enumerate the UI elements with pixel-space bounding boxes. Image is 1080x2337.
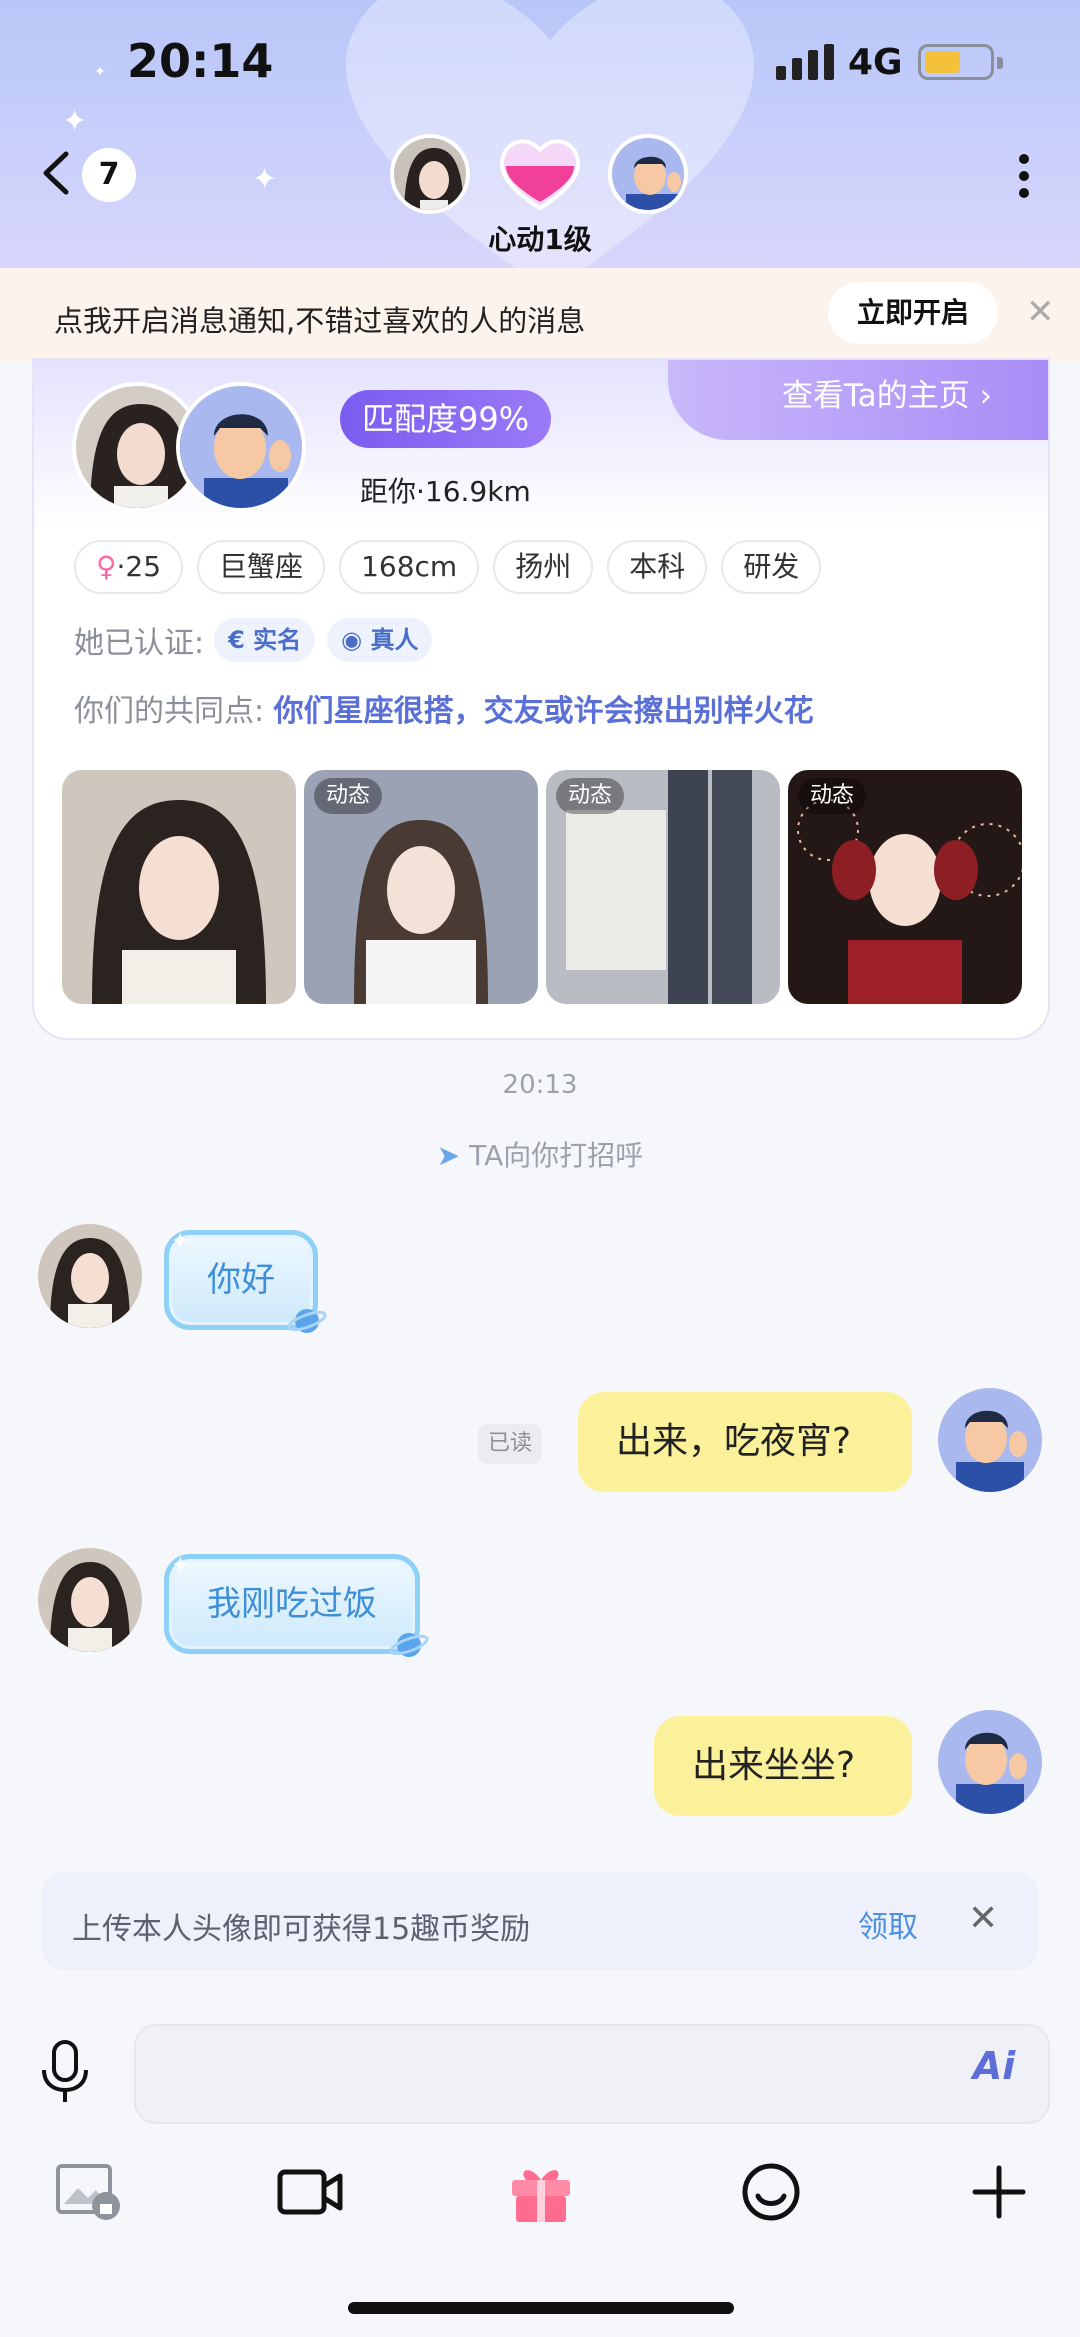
message-bubble-out[interactable]: 出来坐坐?: [654, 1716, 912, 1816]
profile-tags: ♀·25 巨蟹座 168cm 扬州 本科 研发: [74, 540, 835, 594]
match-score-badge: 匹配度99%: [340, 390, 552, 448]
sparkle-icon: ✦: [62, 104, 88, 139]
heart-level-label: 心动1级: [488, 223, 592, 256]
my-avatar[interactable]: [608, 134, 688, 214]
realname-badge: € 实名: [214, 618, 316, 662]
gallery-photo[interactable]: 动态: [788, 770, 1022, 1004]
network-label: 4G: [848, 42, 903, 83]
id-card-icon: €: [228, 626, 254, 654]
planet-icon: [287, 1309, 327, 1333]
her-chat-avatar[interactable]: [38, 1224, 142, 1328]
emoji-icon[interactable]: [736, 2160, 806, 2224]
notification-text: 点我开启消息通知,不错过喜欢的人的消息: [54, 304, 586, 338]
job-tag: 研发: [721, 540, 822, 594]
my-card-avatar[interactable]: [176, 382, 306, 512]
battery-icon: [918, 44, 1003, 80]
reward-text: 上传本人头像即可获得15趣币奖励: [72, 1912, 531, 1947]
sparkle-icon: ✦: [171, 1229, 190, 1254]
person-check-icon: ◉: [341, 626, 371, 654]
battery-fill: [925, 51, 960, 73]
age-value: ·25: [116, 550, 162, 583]
gallery-photo[interactable]: [62, 770, 296, 1004]
photo-gallery: 动态 动态 动态: [62, 770, 1030, 1004]
height-tag: 168cm: [339, 540, 480, 594]
message-bubble-in[interactable]: ✦ 你好: [164, 1229, 327, 1333]
my-chat-avatar[interactable]: [938, 1388, 1042, 1492]
profile-card: 查看Ta的主页 › 匹配度99% 距你·16.9km ♀·25 巨蟹座 168c…: [32, 358, 1050, 1040]
moment-tag: 动态: [556, 778, 625, 814]
gift-icon[interactable]: [506, 2160, 576, 2224]
ai-assistant-icon[interactable]: Ai: [964, 2036, 1024, 2096]
more-options-icon[interactable]: [1014, 150, 1034, 200]
message-text: 你好: [207, 1260, 275, 1300]
heart-level-icon[interactable]: [496, 132, 584, 212]
common-ground-row: 你们的共同点: 你们星座很搭，交友或许会擦出别样火花: [74, 686, 814, 730]
education-tag: 本科: [607, 540, 708, 594]
home-indicator[interactable]: [348, 2302, 734, 2314]
microphone-icon[interactable]: [40, 2040, 90, 2104]
gallery-photo[interactable]: 动态: [304, 770, 538, 1004]
sparkle-icon: ✦: [94, 64, 106, 80]
sparkle-icon: ✦: [171, 1553, 190, 1578]
moment-tag: 动态: [798, 778, 867, 814]
unread-count-badge[interactable]: 7: [82, 148, 136, 202]
real-person-badge: ◉ 真人: [327, 618, 433, 662]
greeting-system-message: ➤ TA向你打招呼: [436, 1139, 644, 1172]
enable-notification-button[interactable]: 立即开启: [828, 282, 998, 344]
message-text: 我刚吃过饭: [207, 1584, 377, 1624]
moment-tag: 动态: [314, 778, 383, 814]
her-chat-avatar[interactable]: [38, 1548, 142, 1652]
city-tag: 扬州: [493, 540, 594, 594]
her-avatar[interactable]: [390, 134, 470, 214]
planet-icon: [389, 1633, 429, 1657]
reward-banner: 上传本人头像即可获得15趣币奖励 领取 ✕: [42, 1872, 1038, 1970]
plus-icon[interactable]: [964, 2160, 1034, 2224]
age-tag: ♀·25: [74, 540, 184, 594]
message-bubble-in[interactable]: ✦ 我刚吃过饭: [164, 1553, 429, 1657]
message-input[interactable]: [134, 2024, 1050, 2124]
signal-icon: [776, 44, 834, 80]
reward-close-icon[interactable]: ✕: [968, 1898, 998, 1939]
notification-close-icon[interactable]: ✕: [1026, 292, 1055, 332]
common-value: 你们星座很搭，交友或许会擦出别样火花: [273, 694, 814, 729]
read-status: 已读: [478, 1424, 542, 1464]
claim-reward-link[interactable]: 领取: [858, 1902, 918, 1946]
female-icon: ♀: [96, 550, 117, 583]
paper-plane-icon: ➤: [436, 1139, 470, 1172]
notification-prompt-bar: 点我开启消息通知,不错过喜欢的人的消息 立即开启 ✕: [0, 268, 1080, 362]
verified-label: 她已认证:: [74, 626, 205, 661]
my-chat-avatar[interactable]: [938, 1710, 1042, 1814]
status-time: 20:14: [127, 34, 274, 88]
view-profile-link[interactable]: 查看Ta的主页 ›: [782, 370, 992, 415]
photo-lock-icon[interactable]: [54, 2160, 124, 2224]
common-label: 你们的共同点:: [74, 694, 265, 729]
back-chevron-icon[interactable]: [36, 148, 76, 198]
sparkle-icon: ✦: [252, 162, 278, 197]
gallery-photo[interactable]: 动态: [546, 770, 780, 1004]
distance-text: 距你·16.9km: [360, 475, 531, 508]
message-bubble-out[interactable]: 出来，吃夜宵?: [578, 1392, 912, 1492]
time-separator: 20:13: [502, 1070, 578, 1100]
verification-row: 她已认证: € 实名 ◉ 真人: [74, 618, 444, 662]
video-icon[interactable]: [276, 2160, 346, 2224]
zodiac-tag: 巨蟹座: [197, 540, 326, 594]
